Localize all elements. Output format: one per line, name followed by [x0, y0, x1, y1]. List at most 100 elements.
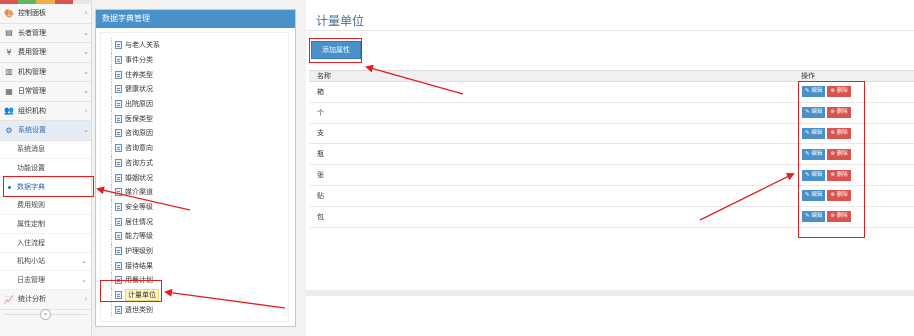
- sidebar-item-organization[interactable]: 👥 组织机构 ›: [0, 102, 91, 121]
- tree-node[interactable]: 能力等级: [111, 228, 281, 244]
- tree-node-label: 用餐计划: [125, 276, 153, 285]
- sidebar-item-fees[interactable]: ¥ 费用管理 ⌄: [0, 43, 91, 63]
- document-icon: [115, 291, 122, 300]
- document-icon: [115, 70, 122, 79]
- chevron-right-icon: ›: [84, 9, 88, 18]
- document-icon: [115, 232, 122, 241]
- sidebar-subitem-messages[interactable]: 系统消息: [0, 140, 91, 160]
- document-icon: [115, 217, 122, 226]
- tree-node-label: 咨询方式: [125, 158, 153, 167]
- document-icon: [115, 129, 122, 138]
- operation-cell: ✎ 编辑 ⊗ 删除: [802, 169, 914, 181]
- unit-name-cell: 箱: [317, 87, 324, 96]
- elder-icon: ▤: [5, 28, 13, 38]
- tree-node[interactable]: 住养类型: [111, 67, 281, 82]
- tree-node[interactable]: 咨询意向: [111, 140, 281, 156]
- chevron-down-icon: ⌄: [83, 28, 89, 37]
- tree-node[interactable]: 用餐计划: [111, 273, 281, 288]
- tree-node[interactable]: 出院原因: [111, 96, 281, 112]
- sidebar-subitem-logs[interactable]: 日志管理 ⌄: [0, 271, 91, 290]
- tree-node[interactable]: 健康状况: [111, 82, 281, 97]
- delete-button[interactable]: ⊗ 删除: [827, 169, 851, 181]
- edit-button[interactable]: ✎ 编辑: [802, 169, 826, 181]
- unit-name-cell: 张: [317, 171, 324, 180]
- tree-node-label: 接待结果: [125, 261, 153, 270]
- operation-cell: ✎ 编辑 ⊗ 删除: [802, 127, 914, 139]
- unit-name-cell: 支: [317, 129, 324, 138]
- column-header-operation: 操作: [801, 72, 815, 80]
- tree-node-label: 居住情况: [125, 217, 153, 226]
- delete-button[interactable]: ⊗ 删除: [827, 127, 851, 139]
- document-icon: [115, 158, 122, 167]
- tree-node[interactable]: 计量单位: [111, 287, 281, 303]
- sidebar-subitem-attributes[interactable]: 属性定制: [0, 215, 91, 234]
- unit-name-cell: 个: [317, 108, 324, 117]
- table-row: 箱 ✎ 编辑 ⊗ 删除: [309, 82, 914, 103]
- sidebar-item-dashboard[interactable]: 🎨 控制面板 ›: [0, 4, 91, 24]
- tree-node[interactable]: 事件分类: [111, 52, 281, 68]
- tree-node[interactable]: 居住情况: [111, 214, 281, 229]
- sidebar-item-settings[interactable]: ⚙ 系统设置 ⌄: [0, 121, 91, 141]
- table-body: 箱 ✎ 编辑 ⊗ 删除个 ✎ 编辑 ⊗ 删除支 ✎ 编辑 ⊗ 删除瓶 ✎ 编辑 ⊗ 删除张 ✎ 编…: [309, 82, 914, 228]
- tree-list: 与老人关系事件分类住养类型 健康状况 出院原因 医保类型咨询原因咨询意向咨询方式婚姻状…: [111, 38, 281, 317]
- document-icon: [115, 41, 122, 50]
- sidebar-item-stats[interactable]: 📈 统计分析 ›: [0, 290, 91, 310]
- chevron-right-icon: ›: [84, 106, 88, 115]
- chevron-right-icon: ›: [84, 295, 88, 304]
- table-row: 支 ✎ 编辑 ⊗ 删除: [309, 124, 914, 145]
- add-attribute-button[interactable]: 添加属性: [311, 41, 361, 59]
- stats-icon: 📈: [4, 294, 14, 304]
- sidebar-item-elders[interactable]: ▤ 长者管理 ⌄: [0, 24, 91, 43]
- column-header-name: 名称: [317, 72, 331, 80]
- tree-node[interactable]: 咨询方式: [111, 155, 281, 171]
- tree-node-label: 能力等级: [125, 232, 153, 241]
- tree-node[interactable]: 媒介渠道: [111, 184, 281, 200]
- tree-node[interactable]: 医保类型: [111, 111, 281, 126]
- delete-button[interactable]: ⊗ 删除: [827, 107, 851, 119]
- document-icon: [115, 246, 122, 255]
- page-title: 计量单位: [316, 14, 365, 28]
- edit-button[interactable]: ✎ 编辑: [802, 148, 826, 160]
- tree-node-label: 事件分类: [125, 56, 153, 65]
- document-icon: [115, 173, 122, 182]
- unit-name-cell: 包: [317, 212, 324, 221]
- edit-button[interactable]: ✎ 编辑: [802, 107, 826, 119]
- chevron-down-icon: ⌄: [83, 67, 89, 76]
- sidebar-item-daily[interactable]: ▦ 日常管理 ⌄: [0, 82, 91, 102]
- tree-node[interactable]: 接待结果: [111, 258, 281, 273]
- delete-button[interactable]: ⊗ 删除: [827, 190, 851, 202]
- document-icon: [115, 261, 122, 270]
- sidebar-subitem-features[interactable]: 功能设置: [0, 159, 91, 178]
- dashboard-icon: 🎨: [4, 8, 14, 18]
- edit-button[interactable]: ✎ 编辑: [802, 211, 826, 223]
- sidebar-item-label: 机构管理: [18, 67, 46, 76]
- document-icon: [115, 188, 122, 197]
- operation-cell: ✎ 编辑 ⊗ 删除: [802, 211, 914, 223]
- sidebar-subitem-site[interactable]: 机构小站 ⌄: [0, 252, 91, 272]
- tree-node[interactable]: 护理级别: [111, 243, 281, 259]
- collapse-sidebar-icon[interactable]: «: [40, 309, 51, 320]
- tree-node[interactable]: 遗世类别: [111, 302, 281, 317]
- table-header: 名称 操作: [309, 70, 914, 82]
- sidebar-subitem-dictionary[interactable]: 数据字典: [0, 177, 91, 197]
- edit-button[interactable]: ✎ 编辑: [802, 86, 826, 98]
- operation-cell: ✎ 编辑 ⊗ 删除: [802, 190, 914, 202]
- edit-button[interactable]: ✎ 编辑: [802, 190, 826, 202]
- edit-button[interactable]: ✎ 编辑: [802, 127, 826, 139]
- chevron-down-icon: ⌄: [81, 276, 87, 285]
- sidebar-subitem-fee-rules[interactable]: 费用规则: [0, 196, 91, 216]
- tree-node[interactable]: 婚姻状况: [111, 170, 281, 185]
- tree-node[interactable]: 安全等级: [111, 199, 281, 215]
- operation-cell: ✎ 编辑 ⊗ 删除: [802, 148, 914, 160]
- chevron-down-icon: ⌄: [81, 257, 87, 266]
- institution-icon: ▥: [5, 67, 13, 77]
- delete-button[interactable]: ⊗ 删除: [827, 148, 851, 160]
- tree-node[interactable]: 与老人关系: [111, 38, 281, 53]
- sidebar-subitem-checkin-flow[interactable]: 入住流程: [0, 233, 91, 253]
- delete-button[interactable]: ⊗ 删除: [827, 211, 851, 223]
- tree-node-label: 咨询原因: [125, 129, 153, 138]
- sidebar-item-institution[interactable]: ▥ 机构管理 ⌄: [0, 63, 91, 82]
- daily-icon: ▦: [5, 86, 13, 96]
- tree-node[interactable]: 咨询原因: [111, 126, 281, 141]
- delete-button[interactable]: ⊗ 删除: [827, 86, 851, 98]
